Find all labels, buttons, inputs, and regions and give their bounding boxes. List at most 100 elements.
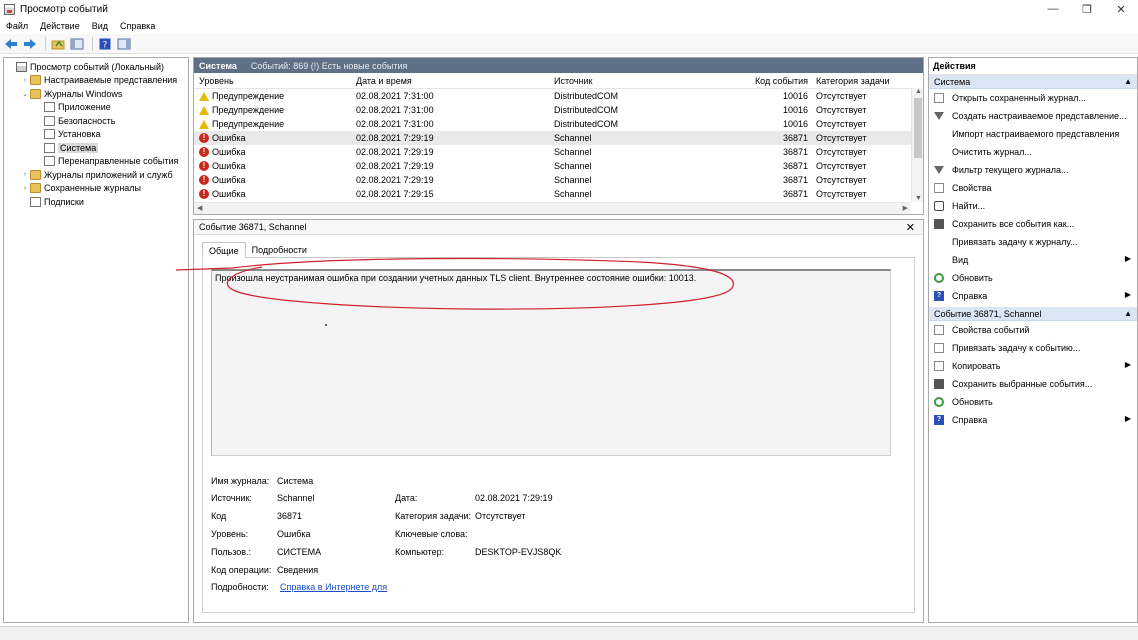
prop-more-label: Подробности: bbox=[211, 582, 269, 592]
menu-action[interactable]: Действие bbox=[34, 21, 86, 31]
expand-toggle-icon[interactable]: › bbox=[20, 171, 30, 178]
action-label: Сохранить все события как... bbox=[952, 219, 1075, 229]
toolbar: ? bbox=[0, 34, 1138, 54]
action-item[interactable]: Найти... bbox=[929, 197, 1137, 215]
event-detail-title: Событие 36871, Schannel bbox=[199, 222, 307, 232]
action-item[interactable]: Обновить bbox=[929, 269, 1137, 287]
tree-item-label: Система bbox=[58, 142, 99, 153]
action-item[interactable]: Сохранить все события как... bbox=[929, 215, 1137, 233]
column-source[interactable]: Источник bbox=[554, 76, 716, 86]
menu-view[interactable]: Вид bbox=[86, 21, 114, 31]
tree-item[interactable]: ⌄ Журналы Windows bbox=[4, 87, 188, 101]
action-item[interactable]: Вид ▶ bbox=[929, 251, 1137, 269]
actions-pane: Действия Система ▲ Открыть сохраненный ж… bbox=[928, 57, 1138, 623]
collapse-up-icon[interactable]: ▲ bbox=[1124, 77, 1132, 86]
scroll-thumb[interactable] bbox=[914, 98, 922, 158]
up-folder-button[interactable] bbox=[50, 36, 66, 52]
event-row[interactable]: Предупреждение 02.08.2021 7:31:00 Distribu… bbox=[194, 117, 923, 131]
action-item[interactable]: Свойства bbox=[929, 179, 1137, 197]
show-tree-button[interactable] bbox=[69, 36, 85, 52]
action-item[interactable]: Создать настраиваемое представление... bbox=[929, 107, 1137, 125]
action-item[interactable]: ? Справка ▶ bbox=[929, 411, 1137, 429]
event-level-cell: ! Ошибка bbox=[194, 147, 356, 157]
action-item[interactable]: Обновить bbox=[929, 393, 1137, 411]
tree-item[interactable]: Просмотр событий (Локальный) bbox=[4, 60, 188, 74]
column-event-id[interactable]: Код события bbox=[716, 76, 816, 86]
action-label: Справка bbox=[952, 291, 988, 301]
event-row[interactable]: ! Ошибка 02.08.2021 7:29:15 Schannel 36871 От… bbox=[194, 187, 923, 201]
menu-file[interactable]: Файл bbox=[0, 21, 34, 31]
collapse-up-icon[interactable]: ▲ bbox=[1124, 309, 1132, 318]
column-datetime[interactable]: Дата и время bbox=[356, 76, 554, 86]
show-action-pane-button[interactable] bbox=[116, 36, 132, 52]
forward-button[interactable] bbox=[22, 36, 38, 52]
back-button[interactable] bbox=[3, 36, 19, 52]
event-id: 36871 bbox=[782, 133, 808, 143]
prop-computer-value: DESKTOP-EVJS8QK bbox=[475, 547, 562, 557]
action-item[interactable]: Очистить журнал... bbox=[929, 143, 1137, 161]
tree-item-label: Безопасность bbox=[58, 115, 116, 126]
tab-general[interactable]: Общие bbox=[202, 242, 246, 258]
close-detail-icon[interactable]: ✕ bbox=[906, 221, 915, 234]
error-icon: ! bbox=[199, 147, 209, 157]
help-button[interactable]: ? bbox=[97, 36, 113, 52]
action-item[interactable]: Копировать ▶ bbox=[929, 357, 1137, 375]
expand-toggle-icon[interactable]: › bbox=[20, 185, 30, 192]
column-task-category[interactable]: Категория задачи bbox=[816, 76, 912, 86]
actions-section-log[interactable]: Система ▲ bbox=[929, 75, 1137, 89]
action-item[interactable]: Открыть сохраненный журнал... bbox=[929, 89, 1137, 107]
action-item[interactable]: Импорт настраиваемого представления bbox=[929, 125, 1137, 143]
scroll-down-arrow-icon[interactable]: ▼ bbox=[915, 195, 922, 202]
message-dot bbox=[325, 324, 327, 326]
log-icon bbox=[44, 129, 55, 140]
event-row[interactable]: ! Ошибка 02.08.2021 7:29:19 Schannel 36871 От… bbox=[194, 173, 923, 187]
tree-item[interactable]: Установка bbox=[4, 128, 188, 142]
event-row[interactable]: ! Ошибка 02.08.2021 7:29:19 Schannel 36871 От… bbox=[194, 131, 923, 145]
tree-item[interactable]: Безопасность bbox=[4, 114, 188, 128]
action-item[interactable]: Привязать задачу к событию... bbox=[929, 339, 1137, 357]
action-item[interactable]: ? Справка ▶ bbox=[929, 287, 1137, 305]
column-level[interactable]: Уровень bbox=[194, 76, 356, 86]
event-level-cell: ! Ошибка bbox=[194, 161, 356, 171]
action-item[interactable]: Фильтр текущего журнала... bbox=[929, 161, 1137, 179]
actions-section-event[interactable]: Событие 36871, Schannel ▲ bbox=[929, 307, 1137, 321]
online-help-link[interactable]: Справка в Интернете для bbox=[280, 582, 387, 592]
tree-item[interactable]: Перенаправленные события bbox=[4, 155, 188, 169]
tree-item[interactable]: › Настраиваемые представления bbox=[4, 74, 188, 88]
event-message-box[interactable]: Произошла неустранимая ошибка при создан… bbox=[211, 269, 891, 456]
restore-button[interactable]: ❐ bbox=[1070, 0, 1104, 18]
tab-details[interactable]: Подробности bbox=[246, 242, 313, 258]
minimize-button[interactable]: — bbox=[1036, 0, 1070, 18]
event-row[interactable]: ! Ошибка 02.08.2021 7:29:19 Schannel 36871 От… bbox=[194, 145, 923, 159]
scroll-up-arrow-icon[interactable]: ▲ bbox=[915, 88, 922, 95]
event-datetime: 02.08.2021 7:29:19 bbox=[356, 133, 434, 143]
action-item[interactable]: Сохранить выбранные события... bbox=[929, 375, 1137, 393]
document-icon bbox=[934, 183, 944, 193]
console-tree: Просмотр событий (Локальный) › Настраиваем… bbox=[3, 57, 189, 623]
submenu-arrow-icon: ▶ bbox=[1124, 360, 1131, 369]
event-list-pane: Система Событий: 869 (!) Есть новые собы… bbox=[193, 57, 924, 215]
event-row[interactable]: Предупреждение 02.08.2021 7:31:00 Distribu… bbox=[194, 103, 923, 117]
scroll-right-arrow-icon[interactable]: ▶ bbox=[903, 204, 908, 212]
event-row[interactable]: Предупреждение 02.08.2021 7:31:00 Distribu… bbox=[194, 89, 923, 103]
tree-item[interactable]: Подписки bbox=[4, 195, 188, 209]
menu-help[interactable]: Справка bbox=[114, 21, 161, 31]
close-window-button[interactable]: ✕ bbox=[1104, 0, 1138, 18]
event-list-vscrollbar[interactable]: ▲ ▼ bbox=[911, 88, 923, 202]
warning-icon bbox=[199, 91, 209, 101]
title-bar: Просмотр событий — ❐ ✕ bbox=[0, 0, 1138, 18]
tree-item[interactable]: › Журналы приложений и служб bbox=[4, 168, 188, 182]
expand-toggle-icon[interactable]: › bbox=[20, 77, 30, 84]
event-row[interactable]: ! Ошибка 02.08.2021 7:29:19 Schannel 36871 От… bbox=[194, 159, 923, 173]
tree-item[interactable]: Система bbox=[4, 141, 188, 155]
blank-icon bbox=[934, 255, 944, 265]
event-list-hscrollbar[interactable]: ◀ ▶ bbox=[194, 202, 911, 214]
scroll-left-arrow-icon[interactable]: ◀ bbox=[197, 204, 202, 212]
action-item[interactable]: Привязать задачу к журналу... bbox=[929, 233, 1137, 251]
action-item[interactable]: Свойства событий bbox=[929, 321, 1137, 339]
tree-item[interactable]: › Сохраненные журналы bbox=[4, 182, 188, 196]
blank-icon bbox=[934, 147, 944, 157]
action-label: Обновить bbox=[952, 397, 993, 407]
tree-item[interactable]: Приложение bbox=[4, 101, 188, 115]
expand-toggle-icon[interactable]: ⌄ bbox=[20, 90, 30, 98]
